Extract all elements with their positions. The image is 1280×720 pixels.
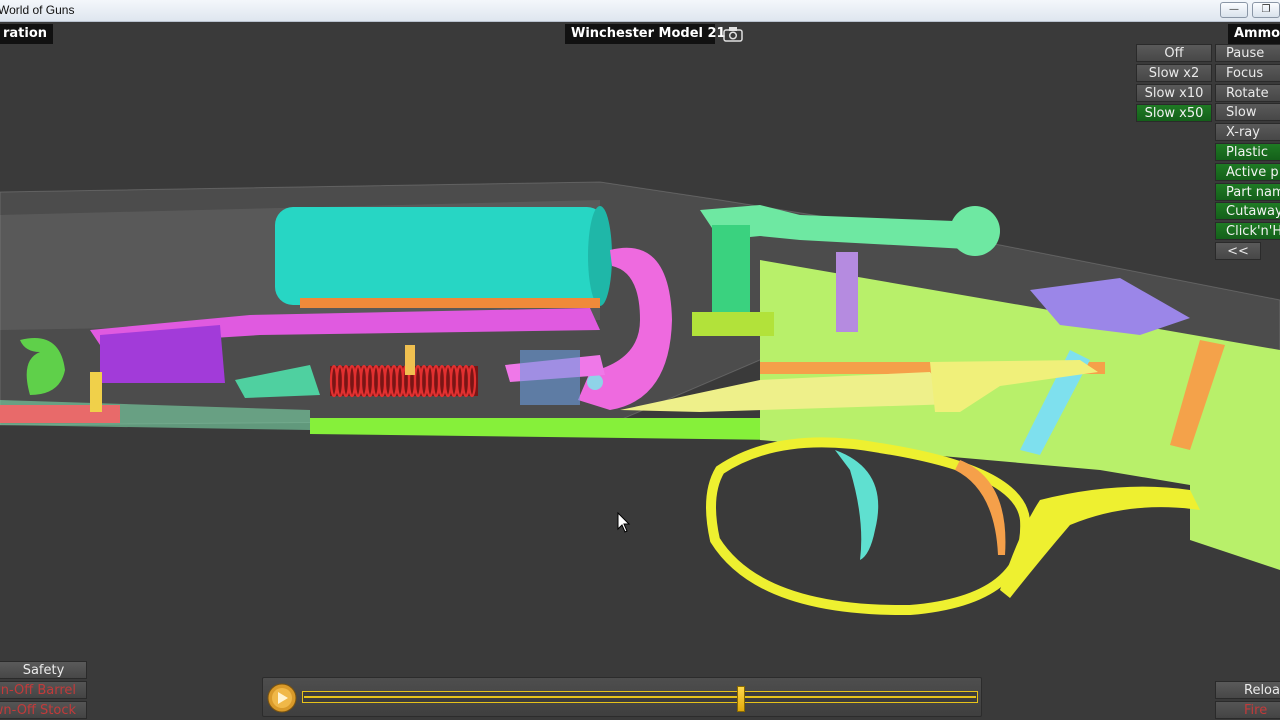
option-button-cutaway[interactable]: Cutaway — [1215, 202, 1280, 221]
purple-pin — [836, 252, 858, 332]
timeline-line — [304, 696, 976, 698]
action-button-safety[interactable]: Safety — [0, 661, 87, 679]
camera-icon[interactable] — [723, 26, 743, 42]
mouse-cursor-icon — [617, 512, 631, 533]
ammo-label: Ammo: — [1228, 24, 1280, 44]
purple-block — [100, 325, 225, 383]
action-button-wn-off-barrel[interactable]: wn-Off Barrel — [0, 681, 87, 699]
timeline-thumb[interactable] — [737, 686, 746, 712]
action-button-fire[interactable]: Fire — [1215, 701, 1280, 719]
restore-icon[interactable]: ❐ — [1252, 2, 1280, 18]
trigger-spring — [955, 460, 1006, 555]
action-button-wn-off-stock[interactable]: wn-Off Stock — [0, 701, 87, 719]
option-button-slow[interactable]: Slow — [1215, 103, 1280, 122]
option-button-focus[interactable]: Focus — [1215, 63, 1280, 82]
left-mode-label: ration — [0, 24, 54, 44]
action-button-reload[interactable]: Reload — [1215, 681, 1280, 699]
option-button-rotate[interactable]: Rotate — [1215, 83, 1280, 102]
speed-button-slow-x2[interactable]: Slow x2 — [1136, 64, 1212, 82]
hammer-pivot — [587, 374, 603, 390]
collapse-menu-button[interactable]: << — [1215, 242, 1261, 260]
app-window: World of Guns — ❐ ration Winchester Mode… — [0, 0, 1280, 720]
option-button-pause[interactable]: Pause — [1215, 44, 1280, 62]
shell-cartridge — [275, 207, 605, 305]
left-yellow-pin — [90, 372, 102, 412]
option-button-plastic[interactable]: Plastic — [1215, 143, 1280, 161]
option-button-x-ray[interactable]: X-ray — [1215, 123, 1280, 142]
shell-rim — [588, 206, 612, 306]
gun-mechanism-viewport[interactable] — [0, 22, 1280, 662]
window-title: World of Guns — [0, 3, 75, 17]
option-button-active-p[interactable]: Active p — [1215, 162, 1280, 181]
play-icon[interactable] — [266, 683, 298, 713]
speed-button-slow-x10[interactable]: Slow x10 — [1136, 84, 1212, 102]
option-button-part-nam[interactable]: Part nam — [1215, 182, 1280, 201]
speed-button-slow-x50[interactable]: Slow x50 — [1136, 104, 1212, 122]
blue-block — [520, 350, 580, 405]
lower-tang — [310, 418, 780, 440]
trigger — [835, 450, 879, 560]
minimize-icon[interactable]: — — [1220, 2, 1248, 18]
small-spring — [405, 345, 415, 375]
speed-button-off[interactable]: Off — [1136, 44, 1212, 62]
option-button-click-n-h[interactable]: Click'n'H — [1215, 222, 1280, 241]
title-bar[interactable]: World of Guns — ❐ — [0, 0, 1280, 22]
top-lever-tip — [950, 206, 1000, 256]
orange-strip — [300, 298, 600, 308]
model-name: Winchester Model 21 — [565, 24, 726, 44]
yellow-block — [692, 312, 774, 336]
guard-tail — [1000, 486, 1200, 598]
lever-post — [712, 225, 750, 325]
